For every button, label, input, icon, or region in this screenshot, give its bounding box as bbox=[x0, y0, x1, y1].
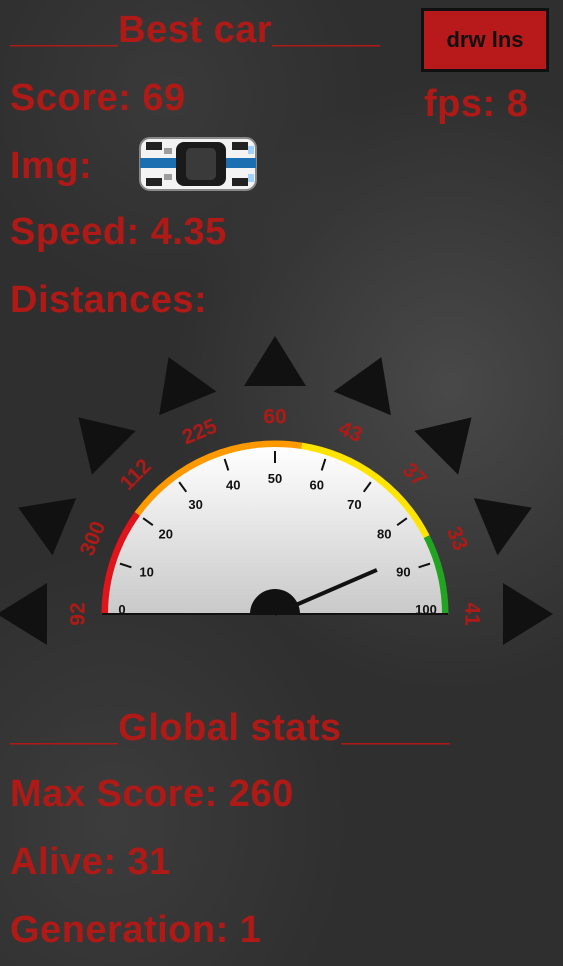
dial-tick-label: 50 bbox=[268, 471, 282, 486]
global-stats-heading: _____Global stats_____ bbox=[10, 707, 450, 749]
max-score-text: Max Score: 260 bbox=[10, 773, 294, 815]
arrow-left-icon bbox=[0, 583, 47, 645]
sensor-distance-label: 92 bbox=[67, 602, 90, 625]
speed-text: Speed: 4.35 bbox=[10, 211, 227, 253]
arrow-right-icon bbox=[503, 583, 553, 645]
dial-tick-label: 70 bbox=[347, 497, 361, 512]
dial-tick-label: 0 bbox=[118, 602, 125, 617]
draw-lines-button[interactable]: drw lns bbox=[421, 8, 549, 72]
sensor-distance-label: 112 bbox=[116, 455, 156, 495]
arrow-up-icon bbox=[244, 336, 306, 386]
sensor-distance-label: 225 bbox=[179, 415, 220, 450]
dial-tick-label: 30 bbox=[188, 497, 202, 512]
arrow-up-left-icon bbox=[78, 417, 136, 475]
arrow-up-left-icon bbox=[159, 357, 217, 416]
best-car-heading: _____Best car_____ bbox=[10, 9, 381, 51]
fps-counter: fps: 8 bbox=[424, 83, 529, 125]
alive-text: Alive: 31 bbox=[10, 841, 171, 883]
generation-text: Generation: 1 bbox=[10, 909, 262, 951]
sensor-distance-label: 41 bbox=[460, 602, 483, 626]
dial-tick-label: 60 bbox=[309, 478, 323, 493]
arrow-up-right-icon bbox=[414, 417, 472, 475]
distances-label: Distances: bbox=[10, 279, 208, 321]
arrow-up-right-icon bbox=[333, 357, 391, 416]
dial-tick-label: 80 bbox=[377, 527, 391, 542]
dial-tick-label: 20 bbox=[159, 527, 173, 542]
dial-tick-label: 100 bbox=[415, 602, 437, 617]
sensor-distance-label: 33 bbox=[442, 523, 472, 553]
score-text: Score: 69 bbox=[10, 77, 186, 119]
arrow-down-left-icon bbox=[18, 498, 77, 556]
img-label: Img: bbox=[10, 145, 93, 187]
sensor-distance-label: 60 bbox=[263, 406, 286, 429]
sensor-distance-label: 43 bbox=[335, 417, 365, 447]
sensor-distance-label: 37 bbox=[398, 458, 431, 491]
sensor-distance-label: 300 bbox=[76, 518, 111, 559]
arrow-down-right-icon bbox=[473, 498, 532, 556]
speedometer: 92 300112 225 60 43 37 33 41 0 10 20 30 40 50 60 70 80 9… bbox=[0, 336, 553, 645]
dial-tick-label: 90 bbox=[396, 564, 410, 579]
best-car-image bbox=[139, 137, 257, 191]
dial-tick-label: 10 bbox=[139, 564, 153, 579]
dial-tick-label: 40 bbox=[226, 478, 240, 493]
